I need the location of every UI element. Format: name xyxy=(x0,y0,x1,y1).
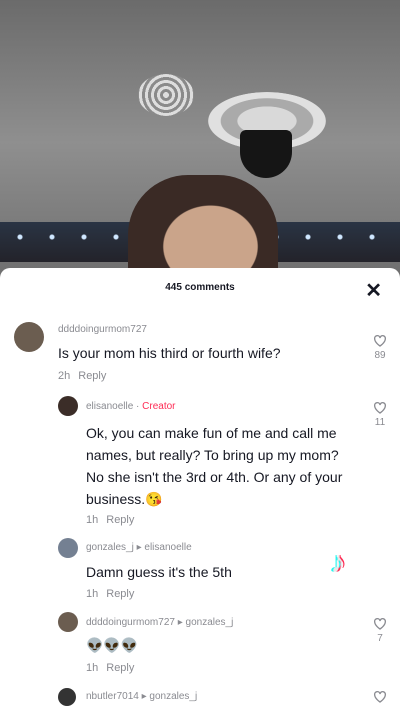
tiktok-logo-icon: ♪ xyxy=(330,546,346,579)
avatar[interactable] xyxy=(58,612,78,632)
comment-meta: 1h Reply xyxy=(86,662,135,674)
watermark-handle: @elisanoelle xyxy=(315,602,361,611)
like-heart-icon[interactable] xyxy=(372,688,388,704)
watermark-brand: TikTok xyxy=(320,590,356,602)
comments-count: 445 comments xyxy=(165,282,235,293)
like-count: 7 xyxy=(377,633,383,644)
close-icon[interactable]: ✕ xyxy=(365,278,382,303)
avatar[interactable] xyxy=(58,688,76,706)
avatar[interactable] xyxy=(58,396,78,416)
like-count: 89 xyxy=(374,350,386,361)
avatar[interactable] xyxy=(58,538,78,558)
comment-username[interactable]: elisanoelle · Creator xyxy=(86,401,176,412)
like-heart-icon[interactable] xyxy=(372,399,388,415)
comment-username[interactable]: ddddoingurmom727 ▸ gonzales_j xyxy=(86,617,233,628)
comment-meta: 2h Reply xyxy=(58,370,107,382)
tiktok-watermark: ♪ 20 TikTok @elisanoelle xyxy=(298,546,378,612)
comment-meta: 1h Reply xyxy=(86,588,135,600)
reply-button[interactable]: Reply xyxy=(78,370,106,382)
comment-username[interactable]: ddddoingurmom727 xyxy=(58,324,147,335)
comment-text: Ok, you can make fun of me and call me n… xyxy=(86,425,343,507)
like-heart-icon[interactable] xyxy=(372,332,388,348)
ceiling-light-fixture xyxy=(240,130,292,178)
comments-panel: 445 comments ✕ ddddoingurmom727 Is your … xyxy=(0,268,400,711)
video-frame[interactable] xyxy=(0,0,400,285)
reply-button[interactable]: Reply xyxy=(106,662,134,674)
comment-meta: 1h Reply xyxy=(86,514,135,526)
comment-text: Damn guess it's the 5th xyxy=(86,564,232,580)
like-count: 20 xyxy=(332,578,344,589)
reply-button[interactable]: Reply xyxy=(106,514,134,526)
comment-text: 👽👽👽 xyxy=(86,637,139,653)
like-heart-icon[interactable] xyxy=(372,615,388,631)
reply-button[interactable]: Reply xyxy=(106,588,134,600)
comment-username[interactable]: gonzales_j ▸ elisanoelle xyxy=(86,542,192,553)
like-count: 11 xyxy=(374,417,386,428)
avatar[interactable] xyxy=(14,322,44,352)
comment-text: Is your mom his third or fourth wife? xyxy=(58,345,281,361)
ceiling-vent xyxy=(138,74,194,116)
comment-username[interactable]: nbutler7014 ▸ gonzales_j xyxy=(86,691,197,702)
